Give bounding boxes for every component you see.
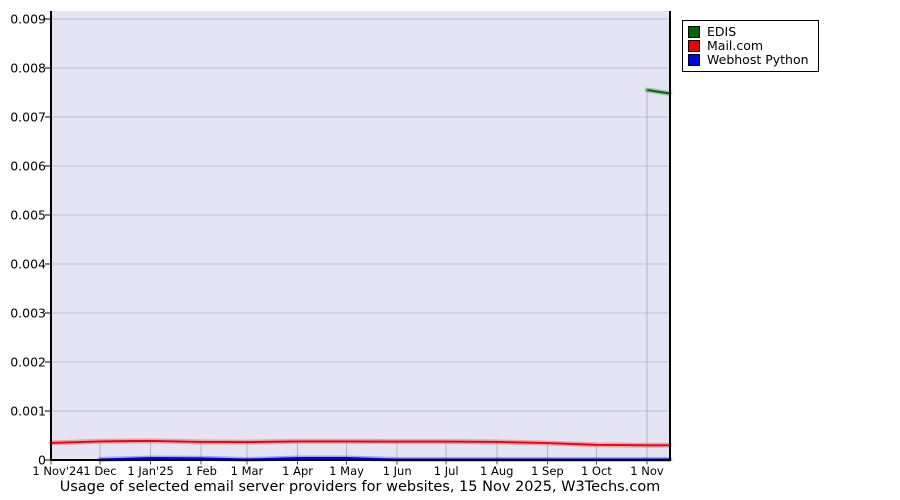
- x-axis-label: 1 Aug: [480, 464, 513, 478]
- x-axis-label: 1 May: [329, 464, 364, 478]
- x-axis-label: 1 Feb: [186, 464, 217, 478]
- x-axis-label: 1 Oct: [581, 464, 612, 478]
- plot-area: [51, 11, 670, 461]
- y-axis-label: 0.009: [10, 12, 46, 27]
- x-axis-label: 1 Dec: [83, 464, 116, 478]
- legend-label-edis: EDIS: [707, 24, 737, 39]
- x-axis-label: 1 Mar: [231, 464, 264, 478]
- x-axis-label: 1 Jun: [383, 464, 412, 478]
- legend-label-webhost-python: Webhost Python: [707, 52, 809, 67]
- x-axis-label: 1 Sep: [531, 464, 564, 478]
- legend-item-edis: EDIS: [688, 25, 809, 38]
- x-axis-label: 1 Nov: [630, 464, 664, 478]
- y-axis-label: 0.003: [10, 306, 46, 321]
- legend-label-mail-com: Mail.com: [707, 38, 764, 53]
- x-axis-label: 1 Apr: [282, 464, 313, 478]
- legend-swatch-edis: [688, 25, 700, 38]
- y-axis-label: 0.005: [10, 208, 46, 223]
- legend-item-mail-com: Mail.com: [688, 39, 809, 52]
- y-axis-label: 0.004: [10, 257, 46, 272]
- y-axis-label: 0.002: [10, 355, 46, 370]
- x-axis-label: 1 Jul: [434, 464, 459, 478]
- legend-swatch-mail-com: [688, 39, 700, 52]
- x-axis-label: 1 Jan'25: [127, 464, 174, 478]
- legend: EDIS Mail.com Webhost Python: [682, 20, 819, 72]
- legend-item-webhost-python: Webhost Python: [688, 53, 809, 66]
- x-axis-label: 1 Nov'24: [32, 464, 83, 478]
- y-axis-label: 0.006: [10, 159, 46, 174]
- y-axis-label: 0.008: [10, 61, 46, 76]
- plot-canvas: 00.0010.0020.0030.0040.0050.0060.0070.00…: [10, 11, 673, 478]
- chart-title: Usage of selected email server providers…: [59, 479, 661, 495]
- y-axis-label: 0.007: [10, 110, 46, 125]
- legend-swatch-webhost-python: [688, 53, 700, 66]
- y-axis-label: 0.001: [10, 404, 46, 419]
- usage-line-chart: 0 0.001 0.002 0.003 0.004 0.005 0.006 0.007 0.00…: [0, 0, 900, 500]
